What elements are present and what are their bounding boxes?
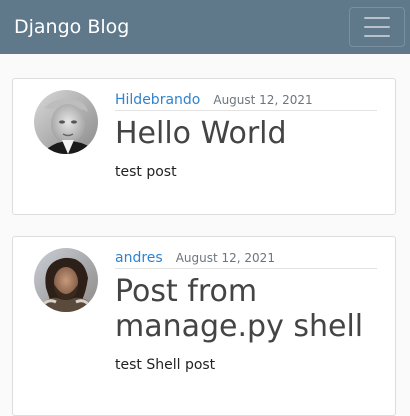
post-title[interactable]: Post from manage.py shell [115,274,377,344]
author-avatar [34,248,98,312]
post-content: test Shell post [115,357,216,373]
navbar-toggler-button[interactable] [349,7,405,47]
post-list: Hildebrando August 12, 2021 Hello World … [12,78,396,416]
post-body: andres August 12, 2021 Post from manage.… [115,250,377,373]
post-author-link[interactable]: Hildebrando [115,92,200,108]
post-content: test post [115,164,177,180]
post-card: andres August 12, 2021 Post from manage.… [12,236,396,416]
author-avatar-image [34,90,98,154]
post-date: August 12, 2021 [175,251,275,265]
post-card: Hildebrando August 12, 2021 Hello World … [12,78,396,215]
hamburger-menu-icon [364,26,390,28]
navbar: Django Blog [0,0,410,54]
author-avatar [34,90,98,154]
hamburger-menu-icon [364,17,390,19]
post-title[interactable]: Hello World [115,116,377,151]
hamburger-menu-icon [364,35,390,37]
post-body: Hildebrando August 12, 2021 Hello World … [115,92,377,180]
navbar-brand[interactable]: Django Blog [14,16,129,38]
author-avatar-image [34,248,98,312]
post-date: August 12, 2021 [213,93,313,107]
post-metadata: andres August 12, 2021 [115,250,377,269]
post-metadata: Hildebrando August 12, 2021 [115,92,377,111]
post-author-link[interactable]: andres [115,250,163,266]
